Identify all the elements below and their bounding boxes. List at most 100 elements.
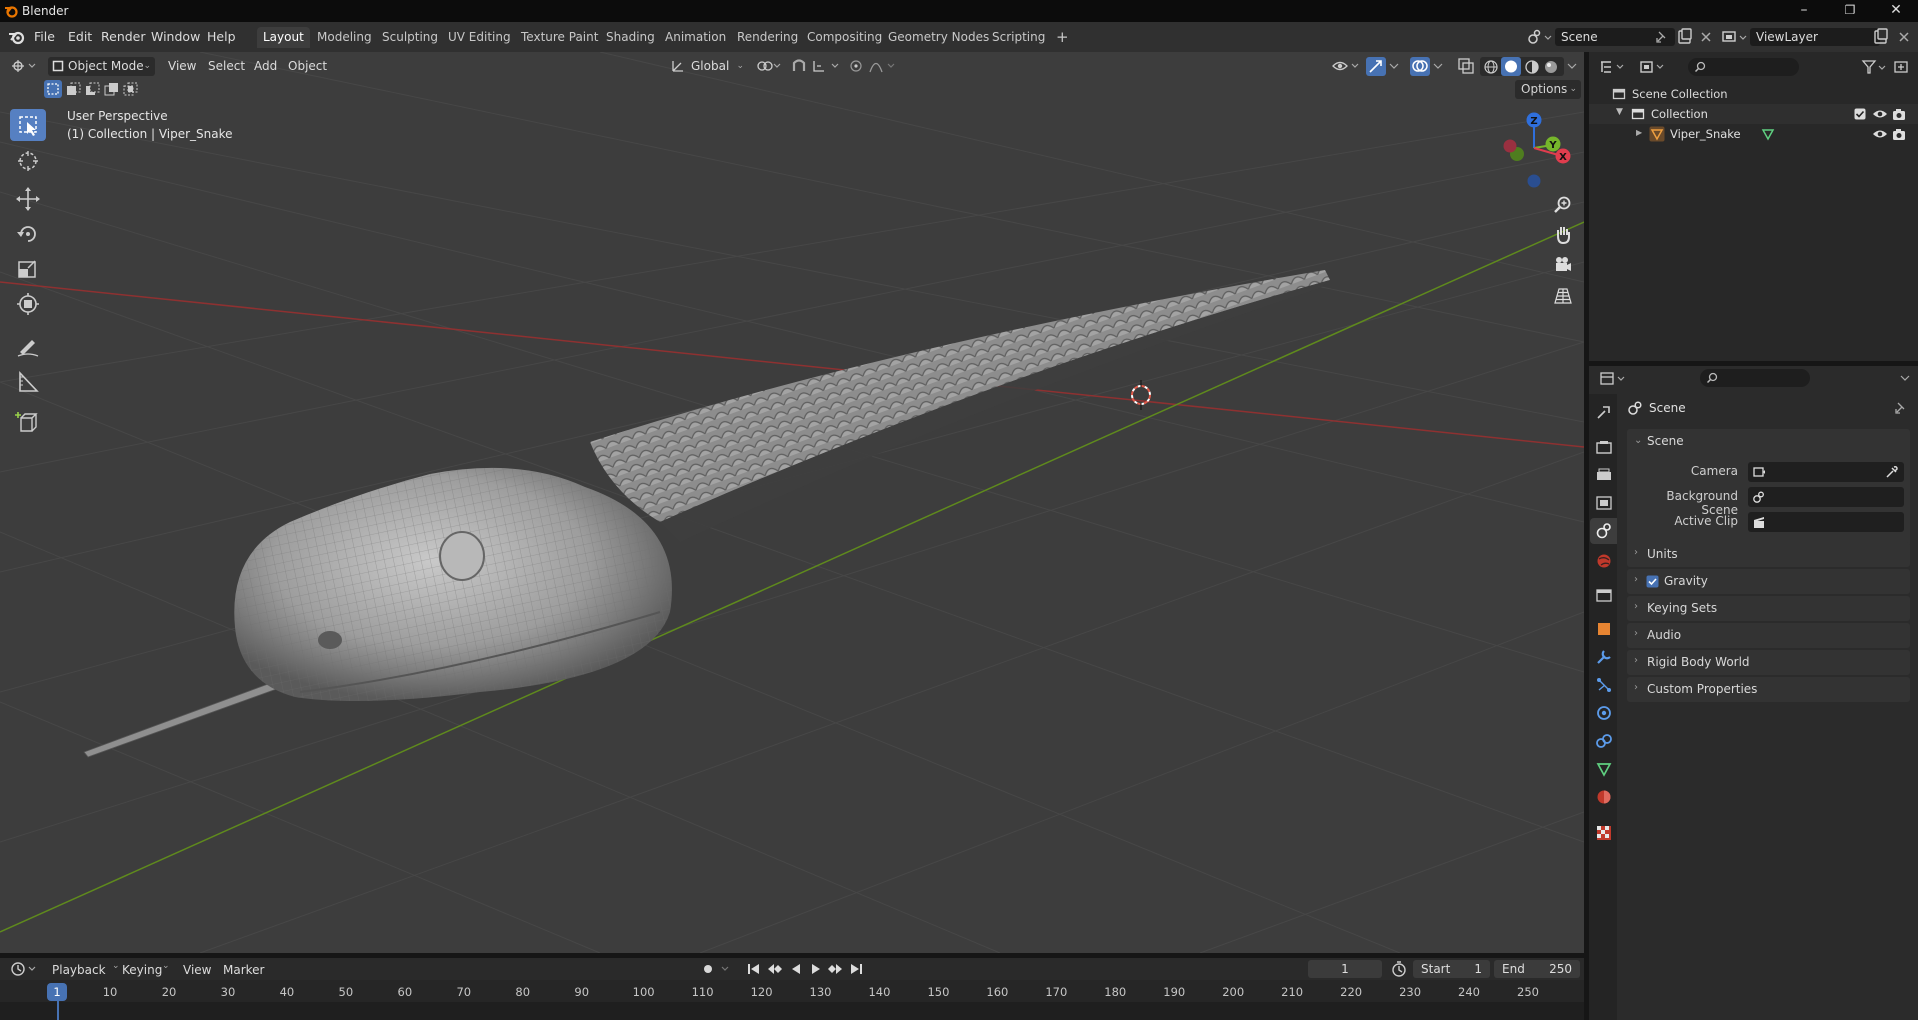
- scene-panel-title[interactable]: Scene: [1647, 434, 1684, 448]
- timeline-editor-icon[interactable]: [10, 961, 40, 977]
- render-camera-icon[interactable]: [1891, 107, 1907, 121]
- output-tab-icon[interactable]: [1595, 466, 1613, 484]
- area-divider-right[interactable]: [1589, 361, 1918, 366]
- camera-view-button[interactable]: [1550, 252, 1576, 278]
- jump-keyframe-next-icon[interactable]: [826, 961, 846, 977]
- perspective-toggle-button[interactable]: [1550, 283, 1576, 309]
- camera-field[interactable]: [1748, 462, 1904, 482]
- tab-animation[interactable]: Animation: [659, 27, 732, 48]
- tool-measure[interactable]: [10, 366, 46, 398]
- snap-target-icon[interactable]: [812, 57, 842, 75]
- custom-properties-panel[interactable]: › Custom Properties: [1627, 677, 1910, 702]
- texture-tab-icon[interactable]: [1595, 824, 1613, 842]
- collapse-chevron-icon[interactable]: ▼: [1616, 107, 1623, 117]
- xray-icon[interactable]: [1457, 57, 1475, 75]
- menu-edit[interactable]: Edit: [68, 29, 92, 44]
- data-tab-icon[interactable]: [1595, 760, 1613, 778]
- pan-button[interactable]: [1550, 222, 1576, 248]
- viewport-menu-select[interactable]: Select: [208, 57, 245, 76]
- gizmo-neg-z-icon[interactable]: [1527, 174, 1541, 188]
- render-camera-icon[interactable]: [1891, 127, 1907, 141]
- tool-rotate[interactable]: [10, 218, 46, 250]
- audio-panel[interactable]: › Audio: [1627, 623, 1910, 648]
- tool-add-cube[interactable]: [10, 406, 46, 438]
- physics-tab-icon[interactable]: [1595, 704, 1613, 722]
- jump-keyframe-prev-icon[interactable]: [766, 961, 786, 977]
- viewport-menu-object[interactable]: Object: [288, 57, 327, 76]
- chevron-down-icon[interactable]: [1566, 58, 1578, 74]
- collection-tab-icon[interactable]: [1595, 586, 1613, 604]
- mesh-data-icon[interactable]: [1761, 127, 1775, 141]
- filter-icon[interactable]: [1861, 58, 1887, 76]
- tab-sculpting[interactable]: Sculpting: [376, 27, 444, 48]
- tool-move[interactable]: [10, 183, 46, 215]
- jump-end-icon[interactable]: [848, 961, 864, 977]
- tab-compositing[interactable]: Compositing: [801, 27, 888, 48]
- tool-annotate[interactable]: [10, 330, 46, 362]
- tab-uv-editing[interactable]: UV Editing: [442, 27, 517, 48]
- outliner-row-viper-snake[interactable]: ▶ Viper_Snake: [1589, 124, 1918, 144]
- scene-tab[interactable]: [1590, 518, 1617, 544]
- active-clip-field[interactable]: [1748, 512, 1904, 532]
- add-workspace-button[interactable]: +: [1050, 27, 1075, 48]
- outliner-row-scene-collection[interactable]: Scene Collection: [1589, 84, 1918, 104]
- transform-orientation-dropdown[interactable]: Global ⌄: [671, 57, 746, 76]
- eye-icon[interactable]: [1872, 127, 1888, 141]
- menu-help[interactable]: Help: [207, 29, 236, 44]
- viewport-menu-view[interactable]: View: [168, 57, 196, 76]
- tool-cursor[interactable]: [10, 145, 46, 177]
- background-scene-field[interactable]: [1748, 487, 1904, 507]
- material-preview-icon[interactable]: [1524, 59, 1540, 75]
- play-reverse-icon[interactable]: [788, 961, 804, 977]
- outliner-row-collection[interactable]: ▼ Collection: [1589, 104, 1918, 124]
- menu-render[interactable]: Render: [101, 29, 146, 44]
- tool-scale[interactable]: [10, 253, 46, 285]
- start-frame-field[interactable]: Start 1: [1413, 960, 1490, 978]
- constraints-tab-icon[interactable]: [1595, 732, 1613, 750]
- select-subtract-icon[interactable]: [83, 80, 101, 98]
- chevron-down-icon[interactable]: [1899, 372, 1911, 384]
- tab-shading[interactable]: Shading: [600, 27, 661, 48]
- outliner-editor-icon[interactable]: [1599, 59, 1627, 75]
- select-invert-icon[interactable]: [102, 80, 120, 98]
- new-view-layer-icon[interactable]: [1873, 28, 1889, 46]
- area-divider-bottom[interactable]: [0, 953, 1584, 958]
- panel-expanded-chevron-icon[interactable]: ⌄: [1634, 435, 1642, 446]
- navigation-gizmo[interactable]: Z Y X: [1494, 108, 1574, 190]
- view-layer-selector-icon[interactable]: [1721, 28, 1749, 46]
- restore-button[interactable]: ❐: [1827, 0, 1873, 22]
- tab-modeling[interactable]: Modeling: [311, 27, 378, 48]
- select-intersect-icon[interactable]: [121, 80, 139, 98]
- eyedropper-icon[interactable]: [1884, 465, 1898, 479]
- render-tab-icon[interactable]: [1595, 438, 1613, 456]
- tab-rendering[interactable]: Rendering: [731, 27, 804, 48]
- units-panel[interactable]: › Units: [1627, 542, 1910, 567]
- chevron-down-icon[interactable]: [1388, 58, 1400, 74]
- tool-transform[interactable]: [10, 288, 46, 320]
- overlays-toggle-button[interactable]: [1410, 57, 1430, 76]
- wireframe-shading-icon[interactable]: [1483, 59, 1499, 75]
- display-mode-icon[interactable]: [1639, 59, 1667, 75]
- solid-shading-button[interactable]: [1501, 57, 1521, 76]
- tab-geometry-nodes[interactable]: Geometry Nodes: [882, 27, 995, 48]
- timeline-menu-playback[interactable]: Playback: [52, 961, 106, 980]
- gravity-panel[interactable]: › Gravity: [1627, 569, 1910, 594]
- proportional-editing-icon[interactable]: [848, 57, 864, 75]
- close-window-button[interactable]: ✕: [1873, 0, 1918, 22]
- options-dropdown[interactable]: Options ⌄: [1515, 80, 1581, 99]
- jump-start-icon[interactable]: [746, 961, 762, 977]
- exclude-checkbox-icon[interactable]: [1854, 108, 1866, 120]
- auto-keying-icon[interactable]: [700, 961, 734, 977]
- delete-view-layer-icon[interactable]: [1897, 30, 1911, 44]
- tab-layout[interactable]: Layout: [257, 27, 310, 48]
- pivot-point-icon[interactable]: [755, 58, 781, 74]
- rendered-shading-icon[interactable]: [1543, 59, 1559, 75]
- world-tab-icon[interactable]: [1595, 552, 1613, 570]
- new-collection-icon[interactable]: [1892, 57, 1910, 75]
- new-scene-icon[interactable]: [1677, 28, 1693, 46]
- delete-scene-icon[interactable]: [1699, 30, 1713, 44]
- area-divider-vertical[interactable]: [1584, 52, 1589, 1020]
- tool-tab-icon[interactable]: [1595, 404, 1613, 422]
- view-layer-name-field[interactable]: ViewLayer: [1750, 28, 1880, 46]
- modifier-tab-icon[interactable]: [1595, 648, 1613, 666]
